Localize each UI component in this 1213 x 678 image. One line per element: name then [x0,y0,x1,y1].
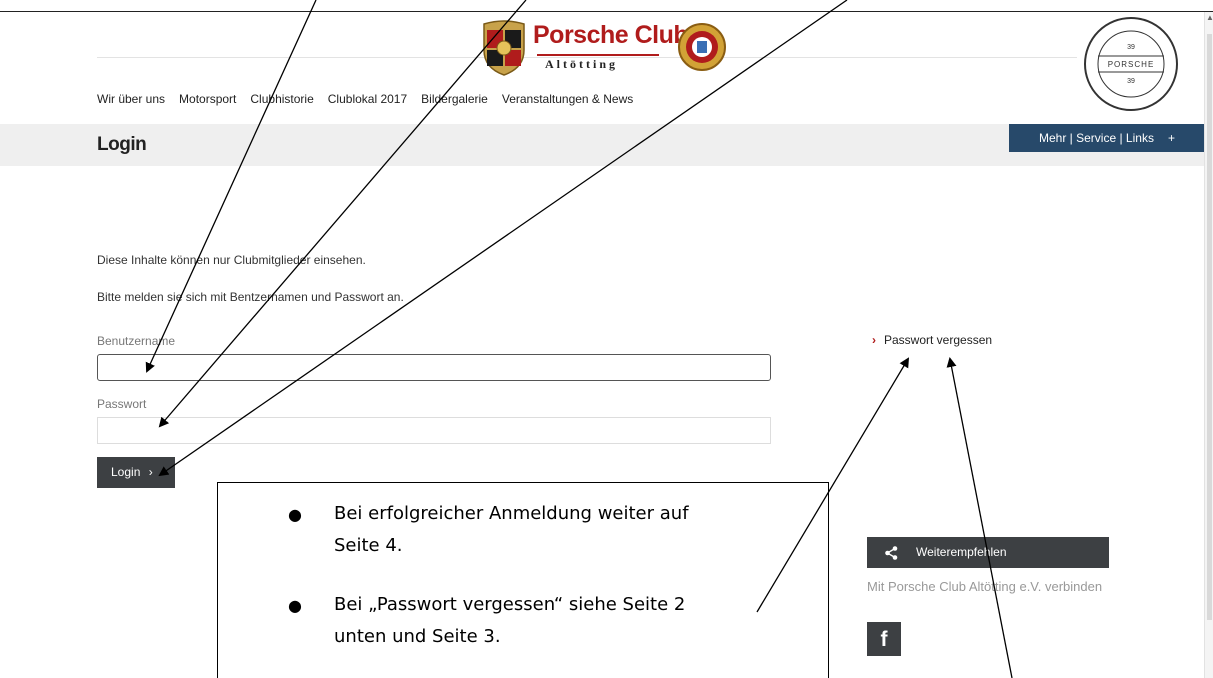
callout-bullet-2: Bei „Passwort vergessen“ siehe Seite 2 u… [334,594,686,647]
chevron-right-icon: › [872,333,876,347]
page-scrollbar[interactable]: ▲ [1204,12,1213,678]
connect-text: Mit Porsche Club Altötting e.V. verbinde… [867,579,1103,594]
annotation-callout-box: ● Bei erfolgreicher Anmeldung weiter auf… [217,482,829,678]
login-button-label: Login [111,465,141,479]
top-border-line [0,11,1213,12]
forgot-password-link[interactable]: › Passwort vergessen [872,333,992,347]
login-button[interactable]: Login › [97,457,175,488]
main-navigation: Wir über uns Motorsport Clubhistorie Clu… [97,92,647,106]
login-instruction: Bitte melden sie sich mit Bentzernamen u… [97,290,404,304]
service-menu-label: Mehr | Service | Links [1039,131,1154,145]
members-only-notice: Diese Inhalte können nur Clubmitglieder … [97,253,366,267]
nav-item-motorsport[interactable]: Motorsport [179,92,236,106]
nav-item-veranstaltungen[interactable]: Veranstaltungen & News [502,92,633,106]
arrow-to-forgot-password-2 [946,357,1013,678]
recommend-label: Weiterempfehlen [916,545,1007,559]
nav-item-wir-ueber-uns[interactable]: Wir über uns [97,92,165,106]
svg-text:39: 39 [1127,44,1135,51]
username-label: Benutzername [97,334,176,348]
logo-underline [537,54,659,56]
porsche-approved-seal-icon: 39 PORSCHE 39 [1084,17,1178,111]
username-input[interactable] [97,354,771,381]
bullet-icon: ● [288,505,302,524]
page-title: Login [97,134,147,155]
nav-item-clublokal[interactable]: Clublokal 2017 [328,92,407,106]
chevron-right-icon: › [148,465,153,479]
porsche-crest-icon [483,20,525,76]
callout-bullet-1: Bei erfolgreicher Anmeldung weiter auf S… [334,503,689,556]
service-menu-button[interactable]: Mehr | Service | Links + [1009,124,1204,152]
bullet-icon: ● [288,596,302,615]
logo-title: Porsche Club [533,21,689,49]
share-icon [885,546,898,560]
page-title-bar: Login Mehr | Service | Links + [0,124,1204,166]
forgot-password-label: Passwort vergessen [884,333,993,347]
recommend-button[interactable]: Weiterempfehlen [867,537,1109,568]
svg-text:PORSCHE: PORSCHE [1108,60,1155,69]
club-logo[interactable]: Porsche Club Altötting [481,20,731,76]
plus-icon: + [1167,131,1175,145]
facebook-icon[interactable]: f [867,622,901,656]
scroll-up-arrow-icon[interactable]: ▲ [1206,14,1213,22]
password-label: Passwort [97,397,147,411]
scroll-thumb[interactable] [1207,34,1212,620]
arrow-to-username [145,0,317,373]
club-badge-icon [678,23,726,71]
logo-subtitle: Altötting [545,57,618,71]
nav-item-clubhistorie[interactable]: Clubhistorie [250,92,313,106]
nav-item-bildergalerie[interactable]: Bildergalerie [421,92,488,106]
password-input[interactable] [97,417,771,444]
svg-text:39: 39 [1127,78,1135,85]
